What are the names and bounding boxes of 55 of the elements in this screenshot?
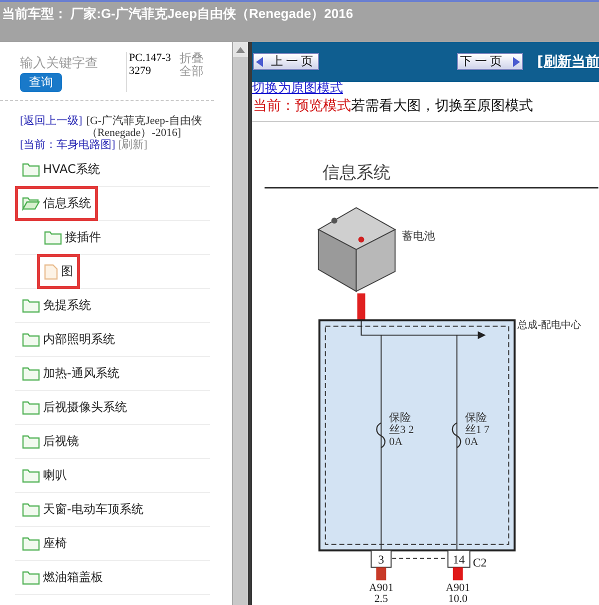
tree-item[interactable]: 燃油箱盖板: [15, 560, 110, 595]
battery-label: 蓄电池: [402, 230, 436, 242]
connector-pin: 3: [370, 550, 392, 568]
tree-item[interactable]: 加热-通风系统: [15, 356, 126, 391]
wire-size: 10.0: [448, 593, 468, 605]
power-wire: [357, 293, 366, 320]
connector-pin: 14: [447, 550, 470, 568]
folder-icon: [22, 162, 40, 177]
connector-label: C2: [472, 555, 487, 570]
refresh-page-link[interactable]: [刷新当前: [537, 52, 599, 71]
window-title: 当前车型： 厂家:G-广汽菲克Jeep自由侠（Renegade）2016: [1, 5, 354, 23]
tree-item[interactable]: 座椅: [15, 526, 74, 561]
back-link[interactable]: [返回上一级]: [20, 115, 82, 139]
tree-item[interactable]: 接插件: [37, 220, 108, 255]
wire-size: 2.5: [374, 593, 388, 605]
tree-item[interactable]: 免提系统: [15, 288, 98, 323]
folder-icon: [22, 332, 40, 347]
tree-item[interactable]: 后视镜: [15, 424, 86, 459]
open-folder-icon: [22, 196, 40, 211]
fuse-label: 保险 丝3 2 0A: [389, 412, 414, 448]
left-arrow-icon: [256, 56, 263, 67]
folder-icon: [22, 434, 40, 449]
search-field[interactable]: 输入关键字查: [20, 56, 126, 71]
folder-icon: [22, 468, 40, 483]
tree-item[interactable]: 后视摄像头系统: [15, 390, 134, 425]
original-mode-link[interactable]: 切换为原图模式: [252, 82, 343, 95]
tree-item[interactable]: 信息系统: [15, 186, 98, 221]
tree-item[interactable]: 天窗-电动车顶系统: [15, 492, 150, 527]
folder-icon: [44, 230, 62, 245]
diagram-title: 信息系统: [322, 162, 390, 182]
previous-page-button[interactable]: 上一页: [253, 53, 319, 70]
wire-code: A901: [446, 582, 470, 594]
folder-icon: [22, 502, 40, 517]
folder-icon: [22, 366, 40, 381]
refresh-link[interactable]: [刷新]: [118, 139, 148, 151]
next-page-button[interactable]: 下一页: [457, 53, 523, 70]
scroll-up-icon[interactable]: [236, 46, 246, 52]
tree-item[interactable]: 喇叭: [15, 458, 74, 493]
folder-icon: [22, 570, 40, 585]
breadcrumb-path: [G-广汽菲克Jeep-自由侠（Renegade）-2016]: [86, 115, 203, 139]
current-category-link[interactable]: [当前：车身电路图]: [20, 139, 116, 151]
folder-icon: [22, 536, 40, 551]
wire-code: A901: [369, 582, 394, 594]
tree-item[interactable]: HVAC系统: [15, 152, 107, 187]
mode-notice: 当前：预览模式若需看大图，切换至原图模式: [252, 94, 599, 122]
right-arrow-icon: [513, 56, 520, 67]
fuse-label: 保险 丝1 7 0A: [464, 412, 490, 448]
tree-item[interactable]: 图: [37, 254, 80, 289]
document-icon: [44, 264, 58, 280]
search-button[interactable]: 查询: [20, 73, 62, 92]
part-code: PC.147-33279: [126, 52, 174, 92]
folder-icon: [22, 298, 40, 313]
tree-item[interactable]: 内部照明系统: [15, 322, 122, 357]
module-label: 总成-配电中心: [518, 320, 582, 332]
folder-icon: [22, 400, 40, 415]
